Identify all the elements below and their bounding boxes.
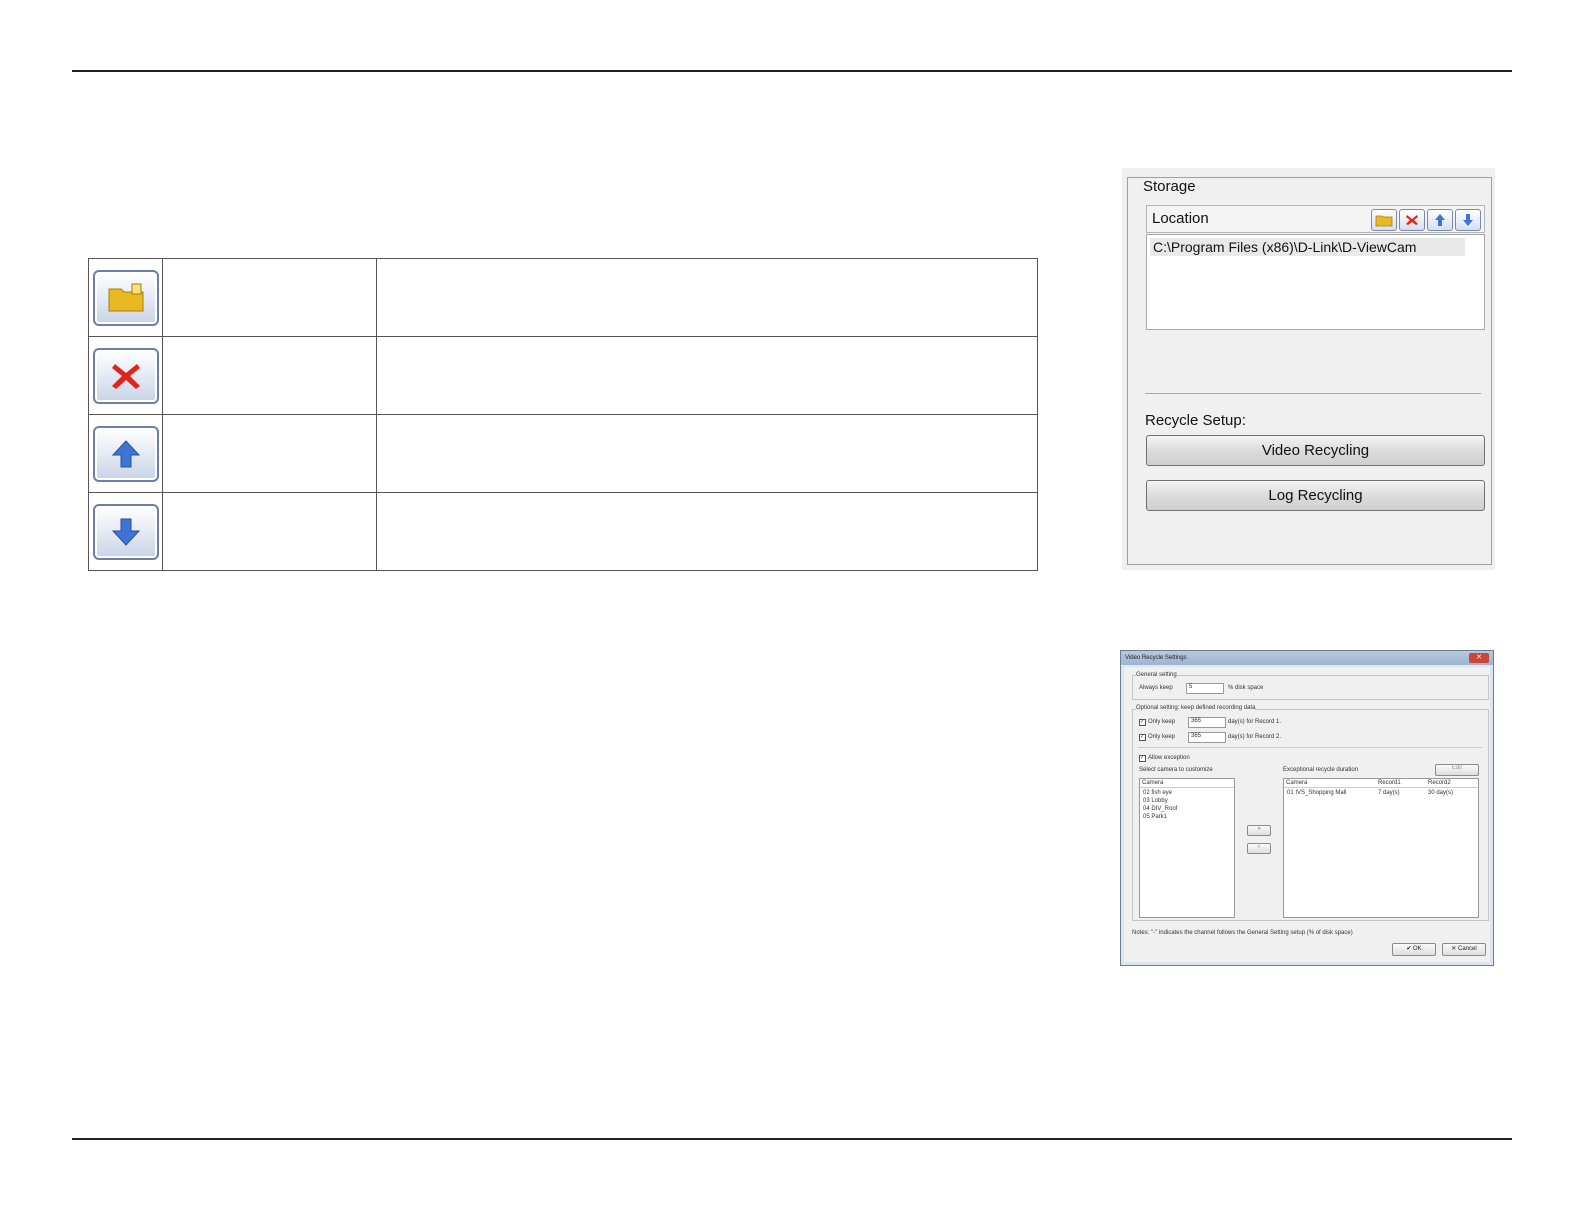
- folder-icon: [1375, 215, 1393, 227]
- folder-button[interactable]: [92, 269, 159, 326]
- camera-list-left[interactable]: Camera 02 fish eye 03 Lobby 04 DIV_Roof …: [1139, 778, 1235, 918]
- delete-icon: [1406, 215, 1418, 225]
- only-keep-record2-checkbox[interactable]: ✓: [1139, 734, 1146, 741]
- recycle-setup-label: Recycle Setup:: [1145, 412, 1246, 429]
- table-row: [88, 258, 1038, 337]
- move-down-location-button[interactable]: [1455, 209, 1481, 231]
- disk-space-suffix: % disk space: [1228, 685, 1264, 691]
- always-keep-input[interactable]: 5: [1186, 683, 1224, 694]
- dialog-body: General setting Always keep 5 % disk spa…: [1124, 667, 1490, 962]
- camera-header: Camera: [1286, 780, 1308, 786]
- list-item[interactable]: 03 Lobby: [1143, 798, 1168, 804]
- log-recycling-button[interactable]: Log Recycling: [1146, 480, 1485, 511]
- only-keep-label: Only keep: [1148, 734, 1176, 740]
- select-camera-label: Select camera to customize: [1139, 767, 1213, 773]
- delete-button[interactable]: [92, 347, 159, 404]
- divider: [1138, 747, 1482, 748]
- folder-icon: [108, 283, 143, 311]
- record1-suffix: day(s) for Record 1.: [1228, 719, 1282, 725]
- camera-header: Camera: [1142, 780, 1164, 786]
- down-arrow-icon: [111, 518, 140, 546]
- storage-legend: Storage: [1140, 178, 1199, 195]
- only-keep-record1-checkbox[interactable]: ✓: [1139, 719, 1146, 726]
- row-name: [162, 336, 377, 415]
- storage-panel: Storage Location C:\Program Files (x86)\…: [1122, 168, 1495, 570]
- exceptional-label: Exceptional recycle duration: [1283, 767, 1359, 773]
- record2-header: Record2: [1428, 780, 1451, 786]
- bottom-rule: [72, 1138, 1512, 1140]
- row-name: [162, 492, 377, 571]
- always-keep-label: Always keep: [1139, 685, 1173, 691]
- check-icon: ✔: [1406, 946, 1414, 952]
- record1-days-input[interactable]: 365: [1188, 717, 1226, 728]
- move-down-button[interactable]: [92, 503, 159, 560]
- record1-header: Record1: [1378, 780, 1401, 786]
- row-description: [376, 492, 1038, 571]
- dialog-title: Video Recycle Settings: [1125, 655, 1187, 661]
- record2-suffix: day(s) for Record 2.: [1228, 734, 1282, 740]
- ok-button[interactable]: ✔ OK: [1392, 943, 1436, 956]
- notes-text: Notes: "-" indicates the channel follows…: [1132, 930, 1353, 936]
- down-arrow-icon: [1463, 214, 1473, 226]
- move-up-location-button[interactable]: [1427, 209, 1453, 231]
- storage-frame: Storage Location C:\Program Files (x86)\…: [1127, 177, 1492, 565]
- close-button[interactable]: ✕: [1469, 653, 1489, 663]
- table-row: [88, 414, 1038, 493]
- list-item[interactable]: 02 fish eye: [1143, 790, 1172, 796]
- close-icon: ✕: [1451, 946, 1458, 952]
- general-setting-label: General setting: [1136, 672, 1177, 678]
- allow-exception-checkbox[interactable]: ✓: [1139, 755, 1146, 762]
- video-recycle-dialog: Video Recycle Settings ✕ General setting…: [1120, 650, 1494, 966]
- location-path[interactable]: C:\Program Files (x86)\D-Link\D-ViewCam: [1150, 238, 1465, 256]
- list-item[interactable]: 04 DIV_Roof: [1143, 806, 1177, 812]
- table-cell: 7 day(s): [1378, 790, 1400, 796]
- allow-exception-label: Allow exception: [1148, 755, 1190, 761]
- row-description: [376, 258, 1038, 337]
- table-row: [88, 336, 1038, 415]
- record2-days-input[interactable]: 365: [1188, 732, 1226, 743]
- delete-icon: [111, 363, 140, 389]
- table-cell: 30 day(s): [1428, 790, 1454, 796]
- row-name: [162, 258, 377, 337]
- move-up-button[interactable]: [92, 425, 159, 482]
- add-location-button[interactable]: [1371, 209, 1397, 231]
- edit-button[interactable]: Edit: [1435, 764, 1479, 776]
- video-recycling-button[interactable]: Video Recycling: [1146, 435, 1485, 466]
- add-exception-button[interactable]: »: [1247, 825, 1271, 836]
- location-label: Location: [1152, 210, 1209, 227]
- top-rule: [72, 70, 1512, 72]
- icon-table: [88, 258, 1038, 571]
- location-header: Location: [1146, 205, 1485, 233]
- table-row: [88, 492, 1038, 571]
- remove-exception-button[interactable]: «: [1247, 843, 1271, 854]
- divider: [1145, 393, 1481, 394]
- exception-list-right[interactable]: Camera Record1 Record2 01 IVS_Shopping M…: [1283, 778, 1479, 918]
- row-description: [376, 414, 1038, 493]
- up-arrow-icon: [1435, 214, 1445, 226]
- remove-location-button[interactable]: [1399, 209, 1425, 231]
- only-keep-label: Only keep: [1148, 719, 1176, 725]
- table-row[interactable]: 01 IVS_Shopping Mall: [1287, 790, 1346, 796]
- list-item[interactable]: 05 Park1: [1143, 814, 1167, 820]
- location-list[interactable]: C:\Program Files (x86)\D-Link\D-ViewCam: [1146, 234, 1485, 330]
- optional-setting-label: Optional setting: keep defined recording…: [1136, 705, 1256, 711]
- up-arrow-icon: [111, 439, 140, 467]
- row-description: [376, 336, 1038, 415]
- row-name: [162, 414, 377, 493]
- cancel-button[interactable]: ✕ Cancel: [1442, 943, 1486, 956]
